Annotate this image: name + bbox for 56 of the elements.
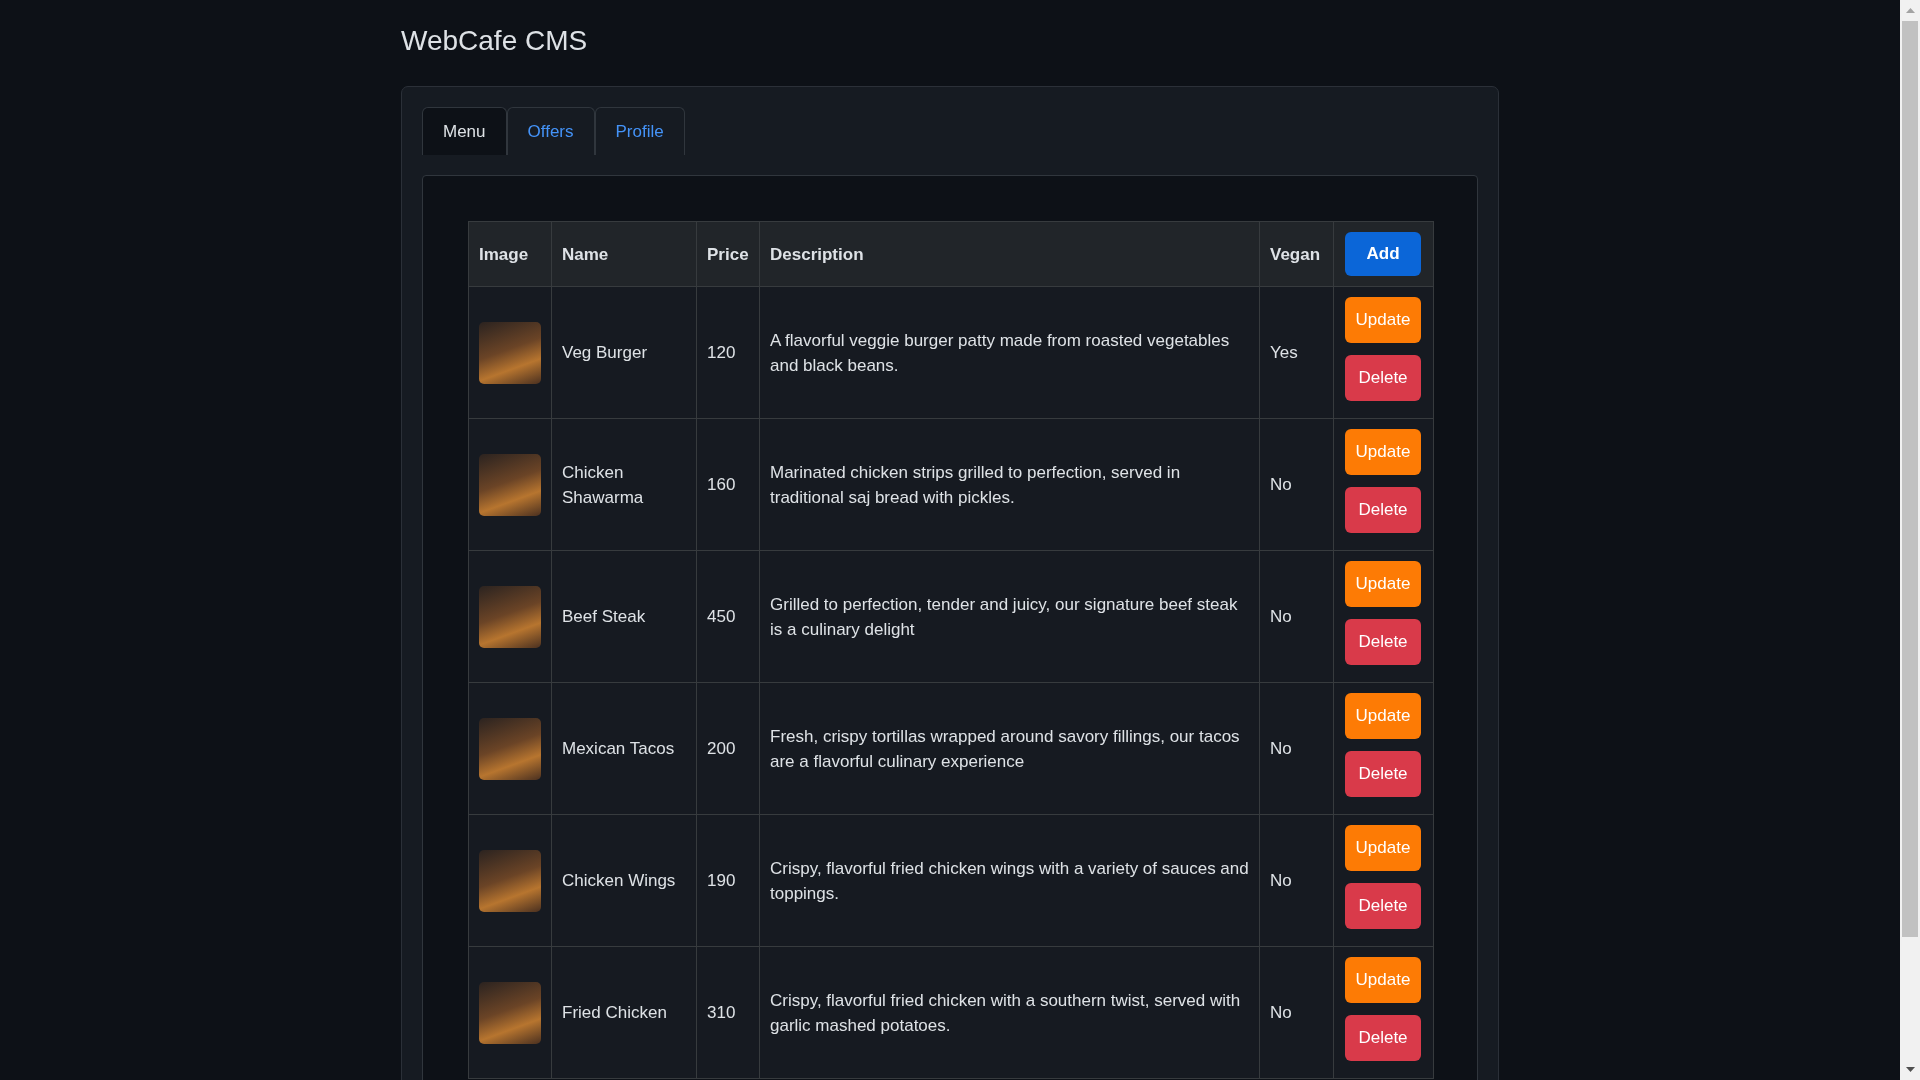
photo-placeholder <box>479 849 541 912</box>
column-header: Image <box>468 221 552 287</box>
table-cell: 120 <box>696 286 760 419</box>
table-cell: Fried Chicken <box>551 946 697 1079</box>
update-button[interactable]: Update <box>1345 825 1421 871</box>
table-cell: A flavorful veggie burger patty made from roasted vegetables and black beans. <box>759 286 1260 419</box>
update-button[interactable]: Update <box>1345 429 1421 475</box>
table-cell: 310 <box>696 946 760 1079</box>
up-arrow-icon[interactable] <box>1905 8 1915 13</box>
update-button[interactable]: Update <box>1345 561 1421 607</box>
photo-placeholder <box>479 453 541 516</box>
column-header: Price <box>696 221 760 287</box>
update-button[interactable]: Update <box>1345 957 1421 1003</box>
table-cell: 450 <box>696 550 760 683</box>
delete-button[interactable]: Delete <box>1345 487 1421 533</box>
table-cell: Marinated chicken strips grilled to perfection, served in traditional saj bread with pickles. <box>759 418 1260 551</box>
table-cell: 190 <box>696 814 760 947</box>
photo-placeholder <box>479 981 541 1044</box>
table-cell: Crispy, flavorful fried chicken wings with a variety of sauces and toppings. <box>759 814 1260 947</box>
table-cell: 200 <box>696 682 760 815</box>
table-cell: No <box>1259 814 1334 947</box>
delete-button[interactable]: Delete <box>1345 355 1421 401</box>
table-cell: Mexican Tacos <box>551 682 697 815</box>
column-header: Vegan <box>1259 221 1334 287</box>
photo-placeholder <box>479 321 541 384</box>
delete-button[interactable]: Delete <box>1345 619 1421 665</box>
photo-placeholder <box>479 717 541 780</box>
table-cell: Chicken Wings <box>551 814 697 947</box>
scrollbar-thumb[interactable] <box>1902 21 1918 937</box>
table-cell: Yes <box>1259 286 1334 419</box>
table-cell: No <box>1259 682 1334 815</box>
tab[interactable]: Offers <box>506 107 595 155</box>
column-header: Description <box>759 221 1260 287</box>
page-title: WebCafe CMS <box>401 24 589 58</box>
update-button[interactable]: Update <box>1345 297 1421 343</box>
delete-button[interactable]: Delete <box>1345 883 1421 929</box>
table-cell: Fresh, crispy tortillas wrapped around savory fillings, our tacos are a flavorful culinary experience <box>759 682 1260 815</box>
table-cell: Chicken Shawarma <box>551 418 697 551</box>
delete-button[interactable]: Delete <box>1345 751 1421 797</box>
down-arrow-icon[interactable] <box>1905 1067 1915 1072</box>
table-cell: Beef Steak <box>551 550 697 683</box>
table-cell: Crispy, flavorful fried chicken with a southern twist, served with garlic mashed potatoes. <box>759 946 1260 1079</box>
column-header: Name <box>551 221 697 287</box>
scrollbar[interactable] <box>1900 0 1920 1080</box>
table-cell: Grilled to perfection, tender and juicy, our signature beef steak is a culinary delight <box>759 550 1260 683</box>
tab[interactable]: Menu <box>422 107 507 155</box>
update-button[interactable]: Update <box>1345 693 1421 739</box>
table-cell: No <box>1259 550 1334 683</box>
table-cell: No <box>1259 946 1334 1079</box>
photo-placeholder <box>479 585 541 648</box>
tab[interactable]: Profile <box>594 107 685 155</box>
delete-button[interactable]: Delete <box>1345 1015 1421 1061</box>
table-cell: No <box>1259 418 1334 551</box>
add-button[interactable]: Add <box>1345 232 1421 276</box>
table-cell: 160 <box>696 418 760 551</box>
table-cell: Veg Burger <box>551 286 697 419</box>
